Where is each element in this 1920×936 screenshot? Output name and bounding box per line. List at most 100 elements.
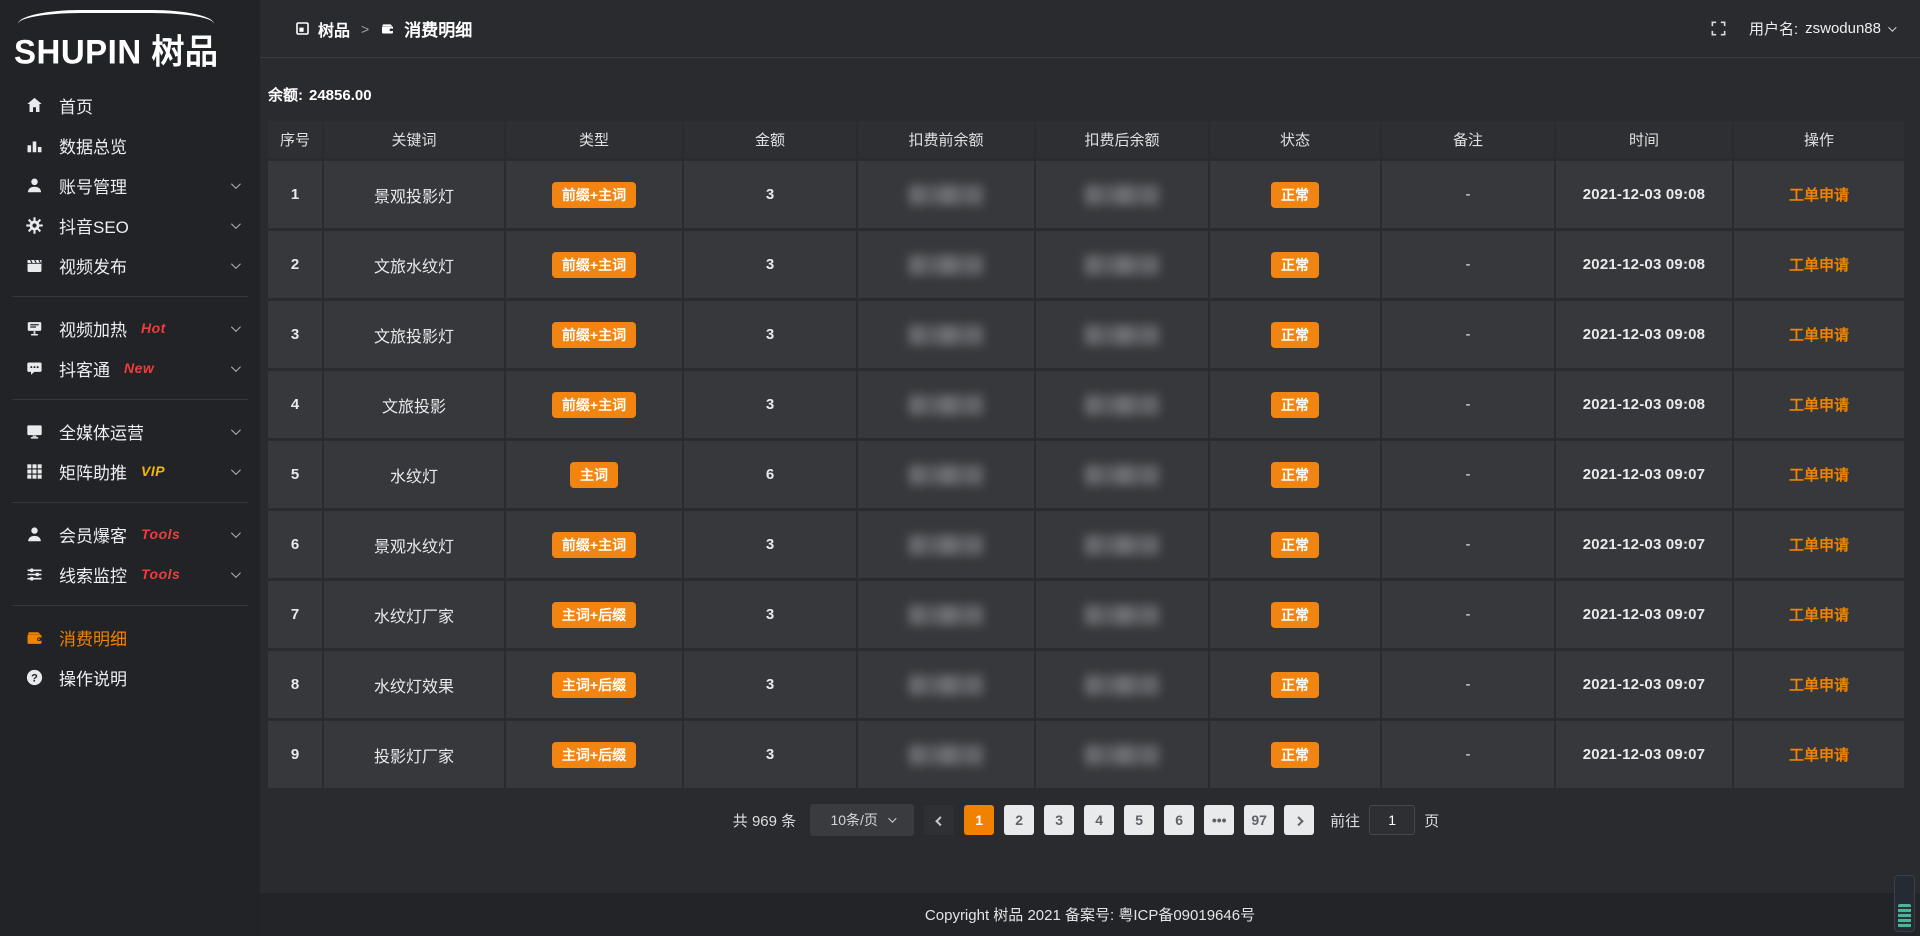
cell-balance-after (1036, 371, 1208, 438)
logo-text: SHUPIN 树品 (14, 24, 246, 74)
screen-heat-icon (25, 319, 44, 338)
cell-action: 工单申请 (1734, 651, 1904, 718)
sidebar-item-all-media[interactable]: 全媒体运营 (0, 411, 260, 451)
work-order-link[interactable]: 工单申请 (1789, 184, 1849, 205)
page-button-2[interactable]: 2 (1004, 805, 1034, 835)
bar-chart-icon (25, 136, 44, 155)
cell-status: 正常 (1210, 301, 1380, 368)
page-button-6[interactable]: 6 (1164, 805, 1194, 835)
corner-widget (1894, 875, 1915, 932)
table-body: 1 景观投影灯 前缀+主词 3 正常 - 2021-12-03 09:08 工单… (268, 161, 1904, 788)
type-tag: 前缀+主词 (552, 392, 636, 418)
sidebar-item-label: 首页 (59, 93, 93, 118)
censored-balance-after (1085, 535, 1159, 555)
sidebar-item-account[interactable]: 账号管理 (0, 165, 260, 205)
table-row: 8 水纹灯效果 主词+后缀 3 正常 - 2021-12-03 09:07 工单… (268, 651, 1904, 718)
cell-amount: 3 (684, 511, 856, 578)
table-header-cell: 备注 (1382, 121, 1554, 158)
work-order-link[interactable]: 工单申请 (1789, 464, 1849, 485)
work-order-link[interactable]: 工单申请 (1789, 324, 1849, 345)
cell-amount: 3 (684, 301, 856, 368)
work-order-link[interactable]: 工单申请 (1789, 674, 1849, 695)
sidebar-item-home[interactable]: 首页 (0, 85, 260, 125)
work-order-link[interactable]: 工单申请 (1789, 254, 1849, 275)
cell-type: 主词+后缀 (506, 721, 682, 788)
table-row: 1 景观投影灯 前缀+主词 3 正常 - 2021-12-03 09:08 工单… (268, 161, 1904, 228)
censored-balance-after (1085, 255, 1159, 275)
gear-icon (25, 216, 44, 235)
status-badge: 正常 (1271, 392, 1319, 418)
sidebar: SHUPIN 树品 首页 数据总览 账号管理 抖音SEO (0, 0, 260, 936)
censored-balance-before (909, 745, 983, 765)
chevron-down-icon (231, 568, 241, 578)
work-order-link[interactable]: 工单申请 (1789, 534, 1849, 555)
cell-remark: - (1382, 371, 1554, 438)
censored-balance-before (909, 255, 983, 275)
cell-balance-before (858, 651, 1034, 718)
table-row: 7 水纹灯厂家 主词+后缀 3 正常 - 2021-12-03 09:07 工单… (268, 581, 1904, 648)
sidebar-item-instructions[interactable]: ? 操作说明 (0, 657, 260, 697)
censored-balance-before (909, 395, 983, 415)
user-menu[interactable]: 用户名: zswodun88 (1749, 18, 1894, 39)
breadcrumb-separator: > (361, 21, 369, 37)
menu-divider (12, 399, 248, 400)
cell-index: 5 (268, 441, 322, 508)
chevron-down-icon (231, 219, 241, 229)
work-order-link[interactable]: 工单申请 (1789, 744, 1849, 765)
work-order-link[interactable]: 工单申请 (1789, 394, 1849, 415)
prev-page-button[interactable] (924, 805, 954, 835)
sidebar-item-consumption-detail[interactable]: 消费明细 (0, 617, 260, 657)
sidebar-item-matrix-boost[interactable]: 矩阵助推 VIP (0, 451, 260, 491)
breadcrumb-home[interactable]: 树品 (318, 17, 350, 41)
cell-index: 6 (268, 511, 322, 578)
chevron-right-icon (1294, 816, 1304, 826)
next-page-button[interactable] (1284, 805, 1314, 835)
cell-balance-before (858, 301, 1034, 368)
sidebar-item-member-burst[interactable]: 会员爆客 Tools (0, 514, 260, 554)
sidebar-item-douyin-seo[interactable]: 抖音SEO (0, 205, 260, 245)
status-badge: 正常 (1271, 462, 1319, 488)
table-row: 2 文旅水纹灯 前缀+主词 3 正常 - 2021-12-03 09:08 工单… (268, 231, 1904, 298)
goto-page: 前往 页 (1330, 805, 1439, 835)
sidebar-item-data-overview[interactable]: 数据总览 (0, 125, 260, 165)
page-button-3[interactable]: 3 (1044, 805, 1074, 835)
page-size-select[interactable]: 10条/页 (810, 804, 914, 836)
cell-balance-after (1036, 651, 1208, 718)
page-button-4[interactable]: 4 (1084, 805, 1114, 835)
cell-status: 正常 (1210, 721, 1380, 788)
sidebar-item-label: 视频加热 (59, 316, 127, 341)
pagination: 共 969 条 10条/页 1 2 3 4 5 6 ••• 97 前往 页 (268, 804, 1904, 836)
work-order-link[interactable]: 工单申请 (1789, 604, 1849, 625)
cell-amount: 3 (684, 371, 856, 438)
sidebar-item-label: 视频发布 (59, 253, 127, 278)
hot-badge: Hot (141, 320, 166, 336)
chevron-down-icon (231, 465, 241, 475)
page-button-1[interactable]: 1 (964, 805, 994, 835)
sidebar-item-video-heat[interactable]: 视频加热 Hot (0, 308, 260, 348)
chevron-down-icon (231, 322, 241, 332)
cell-remark: - (1382, 511, 1554, 578)
cell-amount: 6 (684, 441, 856, 508)
logo-arc (18, 10, 214, 24)
logo-cn: 树品 (151, 32, 218, 70)
fullscreen-icon[interactable] (1710, 20, 1727, 37)
status-badge: 正常 (1271, 322, 1319, 348)
page-ellipsis-button[interactable]: ••• (1204, 805, 1234, 835)
censored-balance-before (909, 325, 983, 345)
sidebar-item-video-publish[interactable]: 视频发布 (0, 245, 260, 285)
sidebar-item-lead-monitor[interactable]: 线索监控 Tools (0, 554, 260, 594)
goto-page-input[interactable] (1369, 805, 1415, 835)
status-badge: 正常 (1271, 532, 1319, 558)
page-button-5[interactable]: 5 (1124, 805, 1154, 835)
page-button-97[interactable]: 97 (1244, 805, 1274, 835)
cell-balance-after (1036, 441, 1208, 508)
username-label: 用户名: (1749, 18, 1798, 39)
cell-status: 正常 (1210, 581, 1380, 648)
cell-action: 工单申请 (1734, 231, 1904, 298)
header-right: 用户名: zswodun88 (1710, 18, 1894, 39)
page-size-value: 10条/页 (830, 810, 877, 830)
copyright-text: Copyright 树品 2021 备案号: 粤ICP备09019646号 (925, 904, 1255, 925)
table-header-cell: 扣费前余额 (858, 121, 1034, 158)
cell-index: 8 (268, 651, 322, 718)
sidebar-item-doukettong[interactable]: 抖客通 New (0, 348, 260, 388)
